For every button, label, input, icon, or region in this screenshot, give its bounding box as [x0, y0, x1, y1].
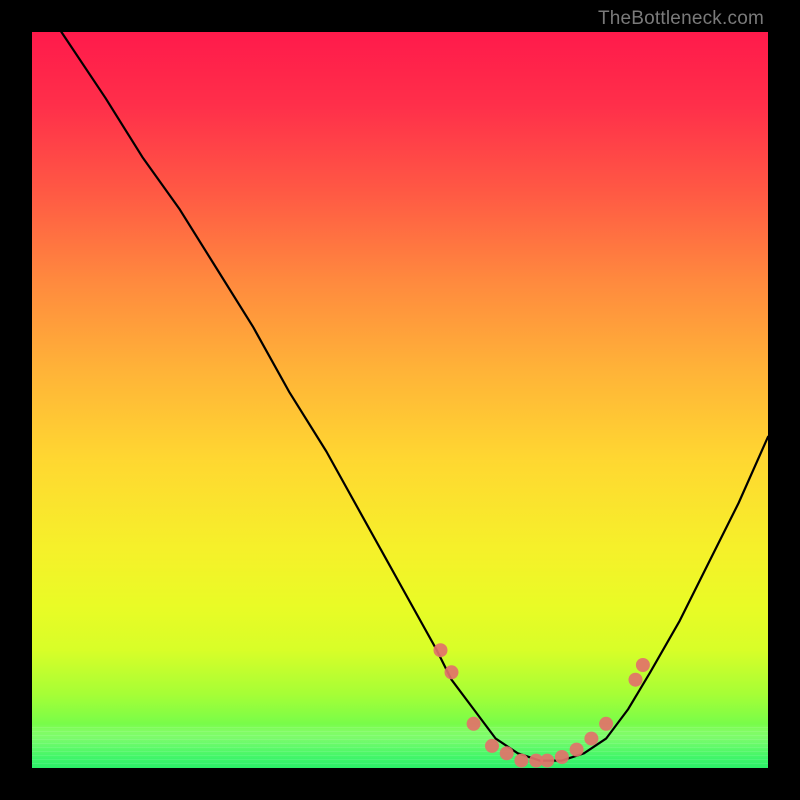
bottleneck-curve: [61, 32, 768, 761]
valley-marker: [485, 739, 499, 753]
valley-marker: [514, 754, 528, 768]
valley-marker: [584, 732, 598, 746]
valley-marker: [636, 658, 650, 672]
valley-marker: [599, 717, 613, 731]
chart-svg: [32, 32, 768, 768]
valley-marker: [570, 743, 584, 757]
valley-marker: [629, 673, 643, 687]
watermark-text: TheBottleneck.com: [598, 8, 764, 30]
plot-area: [32, 32, 768, 768]
valley-markers-group: [434, 643, 650, 767]
valley-marker: [555, 750, 569, 764]
valley-marker: [540, 754, 554, 768]
valley-marker: [500, 746, 514, 760]
valley-marker: [445, 665, 459, 679]
valley-marker: [434, 643, 448, 657]
chart-stage: TheBottleneck.com: [0, 0, 800, 800]
valley-marker: [467, 717, 481, 731]
